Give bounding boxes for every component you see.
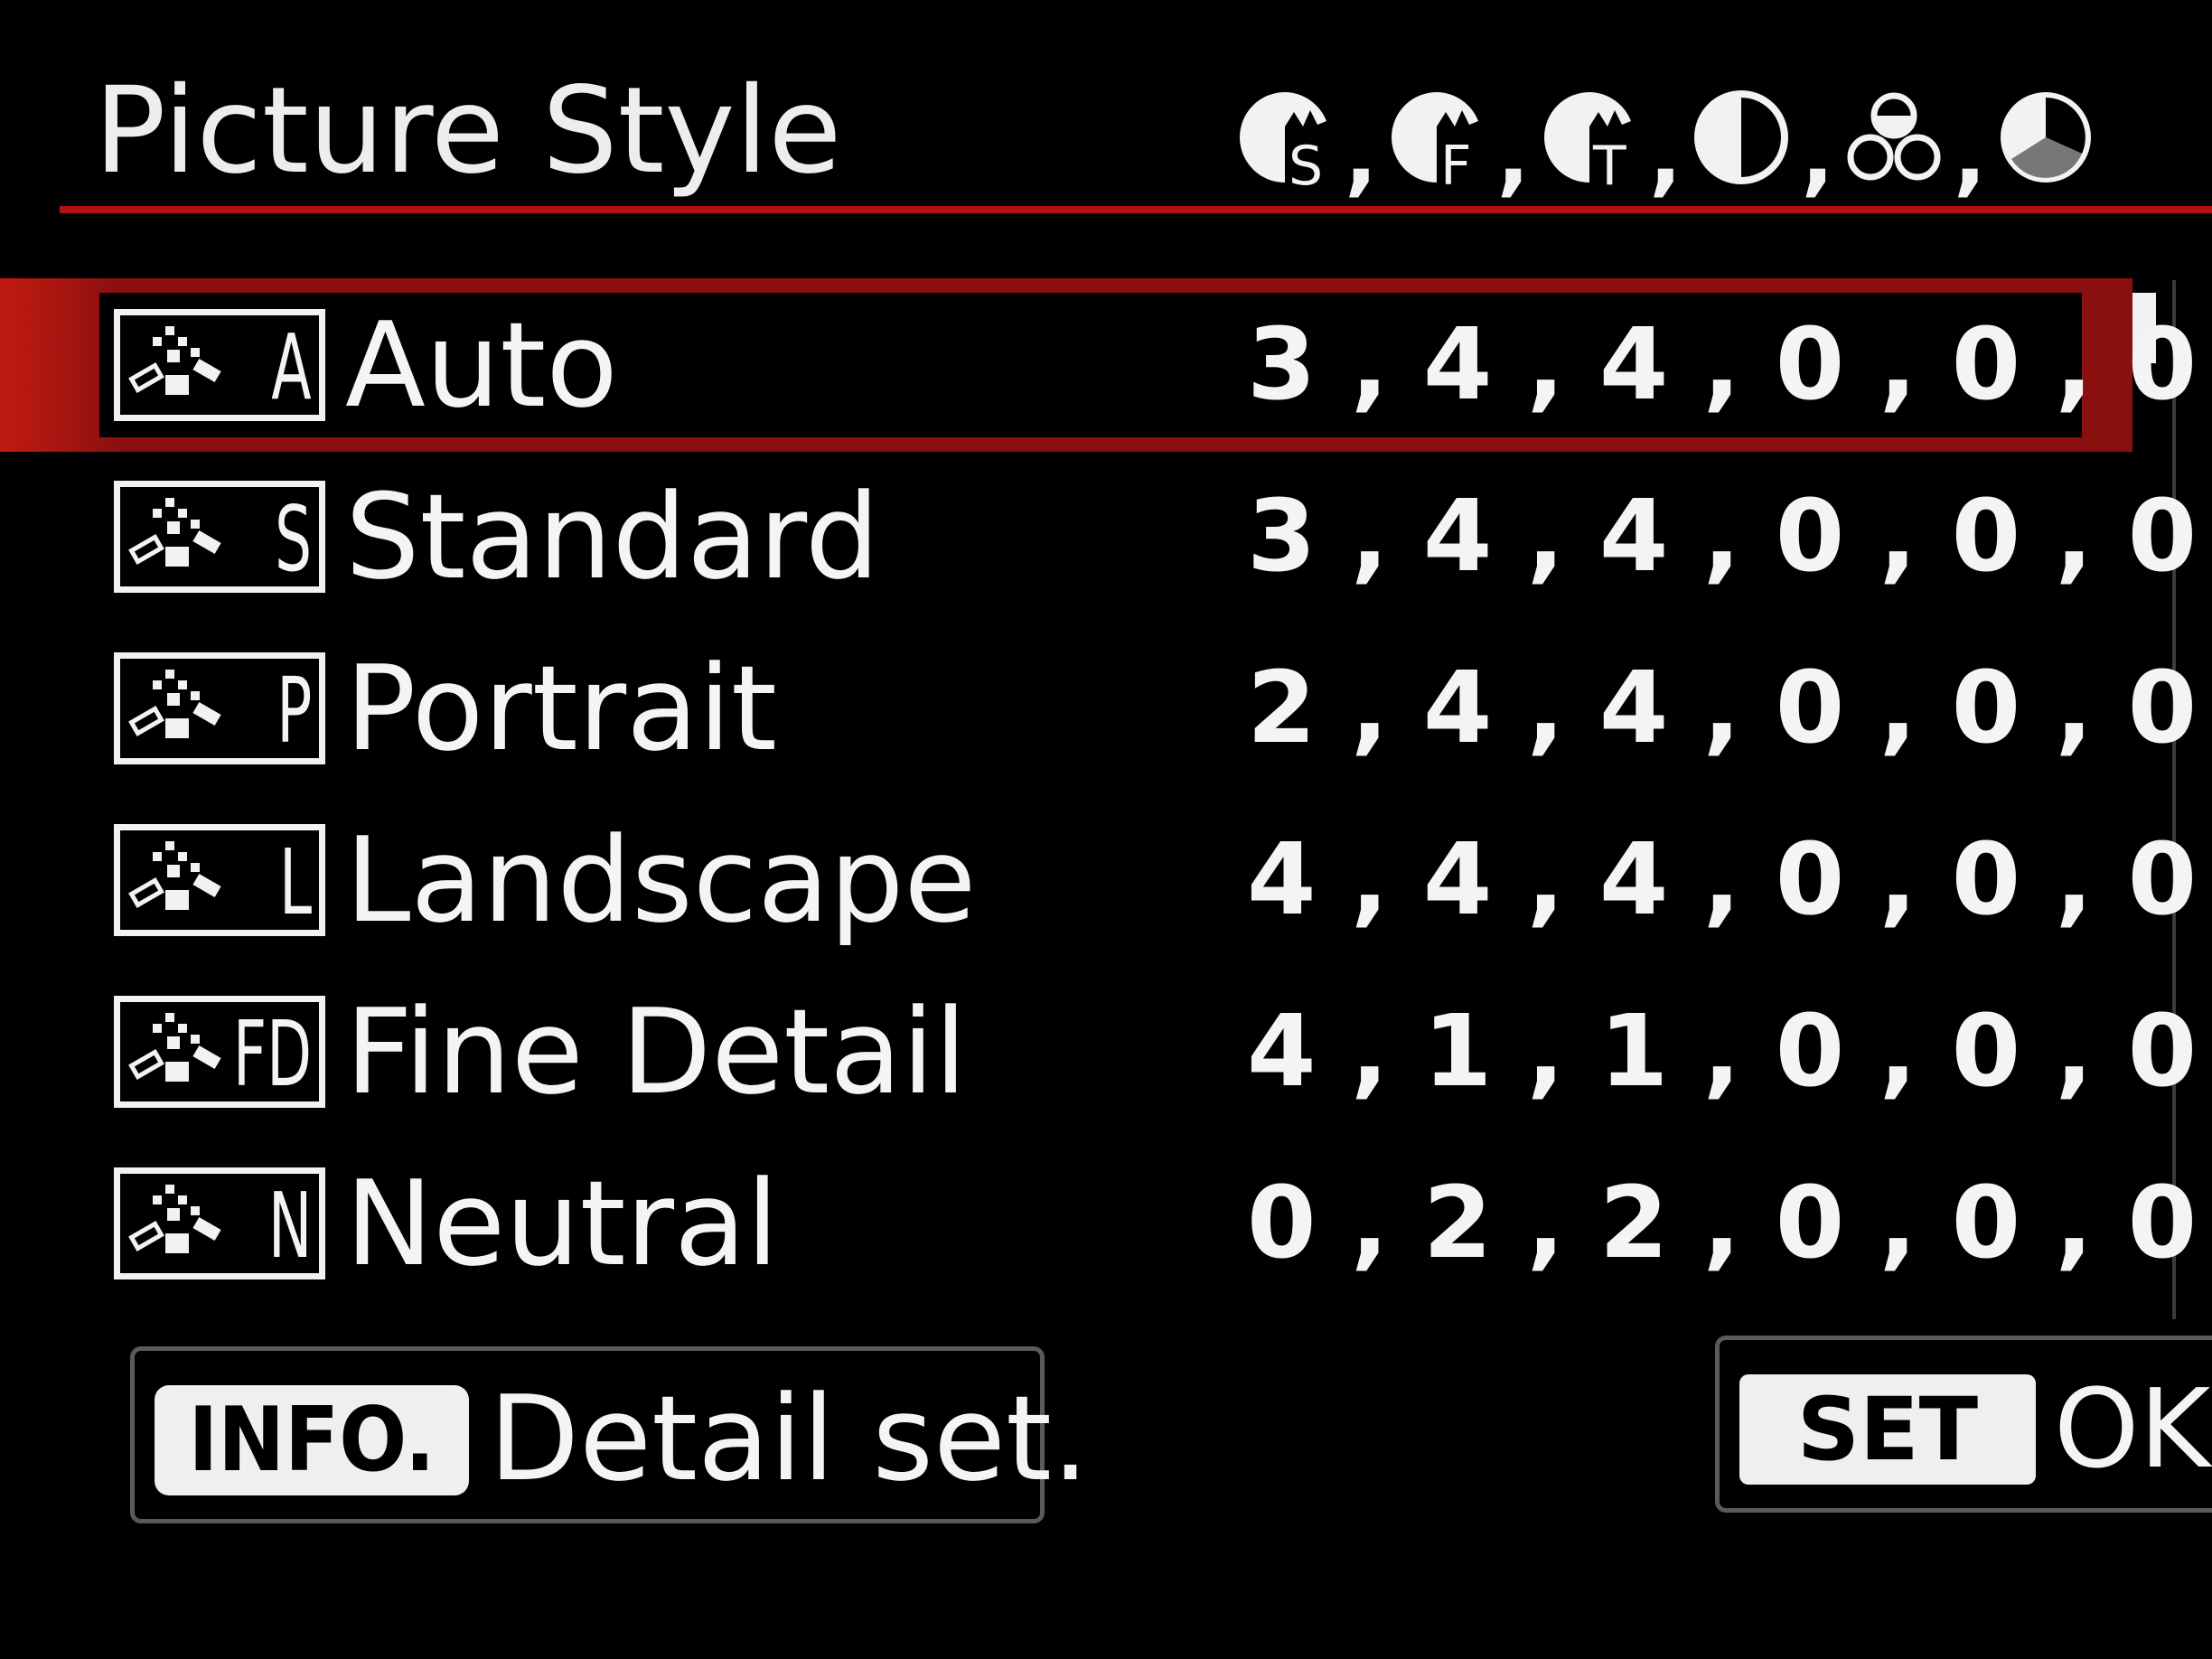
style-code: L (278, 830, 312, 935)
detail-set-button[interactable]: INFO. Detail set. (130, 1346, 1089, 1523)
style-name: Neutral (345, 1155, 779, 1292)
svg-text:T: T (1592, 135, 1626, 192)
picture-style-glyph (128, 841, 221, 910)
sharpness-fineness-icon: F (1382, 83, 1491, 192)
style-row-neutral[interactable]: N Neutral 0 , 2 , 2 , 0 , 0 , 0 (0, 1133, 2197, 1305)
style-code: S (274, 486, 312, 592)
parameter-header: S , F , T , , , (1231, 74, 2092, 201)
page-title: Picture Style (94, 61, 842, 201)
style-name: Portrait (345, 640, 777, 777)
picture-style-icon: S (114, 481, 325, 593)
style-code: A (271, 314, 312, 420)
color-tone-icon (1992, 83, 2100, 192)
style-name: Fine Detail (345, 983, 968, 1120)
style-code: FD (232, 1001, 312, 1107)
style-row-fine-detail[interactable]: FD Fine Detail 4 , 1 , 1 , 0 , 0 , 0 (0, 961, 2197, 1133)
picture-style-icon: L (114, 824, 325, 936)
style-name: Landscape (345, 811, 977, 949)
sharpness-threshold-icon: T (1535, 83, 1644, 192)
svg-text:S: S (1289, 135, 1323, 192)
picture-style-icon: A (114, 309, 325, 421)
style-values: 3 , 4 , 4 , 0 , 0 , 0 (1247, 478, 2198, 594)
picture-style-glyph (128, 670, 221, 738)
style-row-auto[interactable]: A Auto 3 , 4 , 4 , 0 , 0 , 0 (0, 275, 2197, 452)
ok-label: OK (2054, 1367, 2211, 1493)
style-values: 0 , 2 , 2 , 0 , 0 , 0 (1247, 1165, 2198, 1280)
style-code: P (276, 658, 312, 764)
style-name: Auto (345, 296, 618, 434)
picture-style-icon: FD (114, 996, 325, 1108)
sharpness-strength-icon: S (1231, 83, 1339, 192)
set-key-icon: SET (1739, 1374, 2036, 1485)
style-values: 3 , 4 , 4 , 0 , 0 , 0 (1247, 306, 2198, 422)
info-key-icon: INFO. (155, 1385, 469, 1495)
style-code: N (267, 1173, 312, 1279)
picture-style-glyph (128, 1185, 221, 1253)
picture-style-glyph (128, 1013, 221, 1082)
picture-style-glyph (128, 498, 221, 567)
header-divider (60, 206, 2212, 213)
style-values: 4 , 4 , 4 , 0 , 0 , 0 (1247, 821, 2198, 937)
style-row-landscape[interactable]: L Landscape 4 , 4 , 4 , 0 , 0 , 0 (0, 790, 2197, 961)
style-row-portrait[interactable]: P Portrait 2 , 4 , 4 , 0 , 0 , 0 (0, 618, 2197, 790)
contrast-icon (1687, 83, 1795, 192)
saturation-icon (1840, 83, 1948, 192)
picture-style-glyph (128, 326, 221, 395)
style-name: Standard (345, 468, 880, 605)
style-values: 4 , 1 , 1 , 0 , 0 , 0 (1247, 993, 2198, 1109)
picture-style-icon: P (114, 652, 325, 764)
svg-text:F: F (1440, 135, 1472, 192)
style-row-standard[interactable]: S Standard 3 , 4 , 4 , 0 , 0 , 0 (0, 446, 2197, 618)
style-values: 2 , 4 , 4 , 0 , 0 , 0 (1247, 650, 2198, 765)
picture-style-icon: N (114, 1167, 325, 1279)
detail-set-label: Detail set. (489, 1370, 1090, 1507)
ok-button[interactable]: SET OK (1715, 1336, 2212, 1513)
